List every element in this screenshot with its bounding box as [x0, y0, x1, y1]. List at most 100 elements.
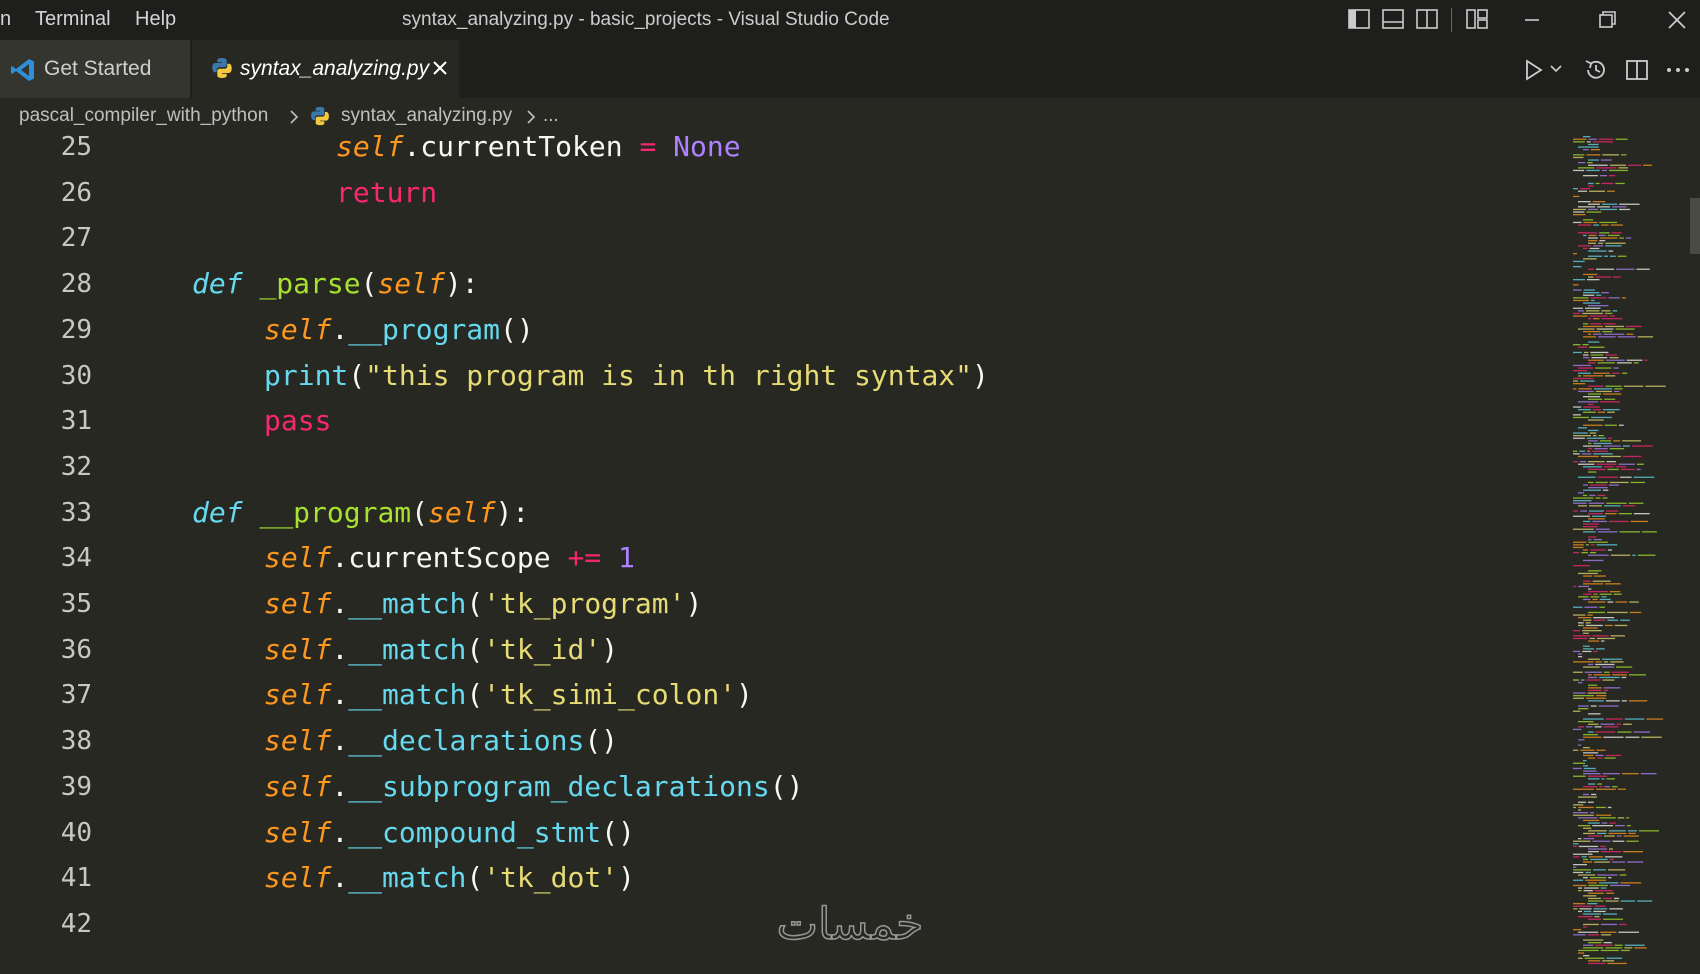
code-token: __match [348, 678, 467, 712]
split-editor-icon[interactable] [1624, 57, 1650, 83]
code-line[interactable]: 33 def __program(self): [0, 490, 1555, 536]
minimap-stroke [1583, 375, 1604, 377]
minimap-stroke [1624, 947, 1633, 949]
chevron-down-icon[interactable] [1549, 62, 1563, 76]
minimap-stroke [1605, 325, 1624, 328]
code-token: 1 [618, 541, 635, 575]
code-line[interactable]: 36 self.__match('tk_id') [0, 627, 1555, 673]
minimap-stroke [1578, 388, 1592, 390]
close-tab-icon[interactable] [428, 56, 452, 80]
code-line[interactable]: 37 self.__match('tk_simi_colon') [0, 672, 1555, 718]
minimap-stroke [1573, 934, 1586, 936]
minimap[interactable] [1555, 134, 1700, 970]
minimap-stroke [1586, 154, 1601, 156]
restore-icon[interactable] [1592, 6, 1622, 34]
minimap-stroke [1573, 195, 1580, 198]
minimap-stroke [1579, 188, 1591, 190]
minimap-stroke [1585, 544, 1589, 546]
code-line[interactable]: 38 self.__declarations() [0, 718, 1555, 764]
line-number: 25 [60, 134, 92, 162]
toggle-secondary-sidebar-icon[interactable] [1415, 8, 1439, 30]
minimap-stroke [1603, 726, 1619, 728]
code-line[interactable]: 30 print("this program is in th right syn… [0, 353, 1555, 399]
minimap-stroke [1600, 159, 1612, 161]
minimap-stroke [1583, 593, 1592, 595]
timeline-history-icon[interactable] [1582, 56, 1610, 84]
minimap-stroke [1608, 520, 1629, 523]
minimap-stroke [1583, 466, 1603, 468]
code-token: += [567, 541, 602, 575]
minimap-stroke [1583, 489, 1601, 491]
menu-item-terminal[interactable]: Terminal [35, 8, 111, 31]
breadcrumb-folder[interactable]: pascal_compiler_with_python [19, 105, 268, 127]
minimap-stroke [1583, 531, 1596, 533]
code-line[interactable]: 29 self.__program() [0, 307, 1555, 353]
code-line[interactable]: 35 self.__match('tk_program') [0, 581, 1555, 627]
minimap-stroke [1592, 201, 1606, 203]
code-token: ) [972, 358, 989, 392]
close-window-icon[interactable] [1662, 6, 1692, 34]
minimap-stroke [1583, 827, 1592, 829]
breadcrumb-more[interactable]: ... [543, 105, 559, 127]
menu-item-partial[interactable]: n [0, 8, 11, 31]
minimap-stroke [1622, 445, 1630, 447]
minimap-stroke [1573, 383, 1586, 385]
minimap-stroke [1588, 203, 1600, 205]
code-token: ( [466, 678, 484, 712]
customize-layout-icon[interactable] [1465, 8, 1489, 30]
code-line[interactable]: 32 [0, 444, 1555, 490]
minimap-stroke [1573, 585, 1577, 588]
minimap-stroke [1583, 923, 1599, 926]
minimap-stroke [1604, 424, 1617, 426]
code-line[interactable]: 26 return [0, 170, 1555, 216]
code-token: ) [601, 632, 619, 666]
code-line[interactable]: 39 self.__subprogram_declarations() [0, 764, 1555, 810]
minimap-stroke [1573, 416, 1590, 419]
tab-get-started[interactable]: Get Started [0, 40, 190, 98]
minimap-stroke [1614, 388, 1623, 390]
minimap-stroke [1588, 541, 1608, 543]
minimap-stroke [1573, 856, 1580, 858]
minimap-stroke [1589, 494, 1596, 497]
minimap-stroke [1600, 949, 1619, 952]
minimap-stroke [1578, 245, 1592, 247]
minimap-stroke [1573, 671, 1583, 673]
code-line[interactable]: 34 self.currentScope += 1 [0, 535, 1555, 581]
minimap-stroke [1573, 497, 1594, 499]
minimap-stroke [1601, 666, 1615, 668]
minimap-stroke [1618, 167, 1628, 169]
code-line[interactable]: 40 self.__compound_stmt() [0, 810, 1555, 856]
code-token: ( [411, 495, 429, 529]
toggle-panel-icon[interactable] [1381, 8, 1405, 30]
code-line[interactable]: 27 [0, 215, 1555, 261]
breadcrumb-file[interactable]: syntax_analyzing.py [341, 105, 512, 127]
minimap-stroke [1618, 931, 1639, 933]
minimap-stroke [1611, 206, 1627, 208]
minimap-stroke [1604, 312, 1613, 315]
vertical-scrollbar[interactable] [1690, 198, 1700, 254]
minimap-stroke [1578, 585, 1590, 588]
minimize-icon[interactable] [1517, 6, 1547, 34]
more-actions-icon[interactable] [1664, 57, 1692, 83]
code-editor[interactable]: 25 self.currentToken = None 26 return 27 28 de… [0, 134, 1555, 970]
minimap-stroke [1606, 778, 1616, 780]
minimap-stroke [1578, 845, 1599, 848]
menu-item-help[interactable]: Help [135, 8, 176, 31]
toggle-primary-sidebar-icon[interactable] [1347, 8, 1371, 30]
run-icon[interactable] [1520, 57, 1546, 83]
code-line[interactable]: 28 def _parse(self): [0, 261, 1555, 307]
minimap-stroke [1592, 598, 1598, 601]
minimap-stroke [1583, 767, 1596, 770]
minimap-stroke [1573, 869, 1592, 871]
minimap-stroke [1602, 497, 1608, 499]
tab-syntax-analyzing[interactable]: syntax_analyzing.py [192, 40, 459, 98]
code-line[interactable]: 25 self.currentToken = None [0, 134, 1555, 170]
minimap-stroke [1573, 845, 1577, 848]
minimap-stroke [1598, 882, 1619, 884]
code-line[interactable]: 31 pass [0, 398, 1555, 444]
minimap-stroke [1603, 333, 1625, 335]
minimap-stroke [1609, 908, 1623, 910]
minimap-stroke [1604, 757, 1616, 759]
minimap-stroke [1602, 409, 1620, 411]
code-token: __program [348, 312, 501, 346]
